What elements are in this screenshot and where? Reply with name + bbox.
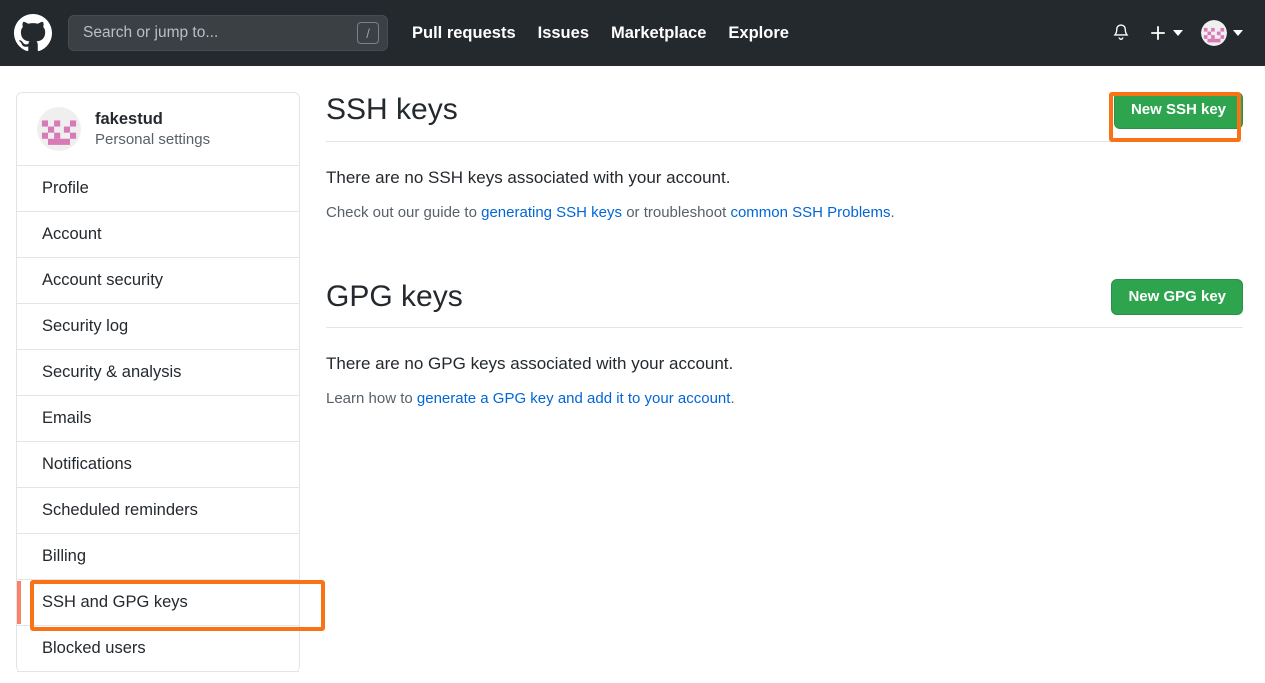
bell-icon[interactable] bbox=[1111, 22, 1131, 44]
sidebar-item-security-log[interactable]: Security log bbox=[17, 304, 299, 350]
sidebar-item-ssh-and-gpg-keys[interactable]: SSH and GPG keys bbox=[17, 580, 299, 626]
sidebar-item-security-and-analysis[interactable]: Security & analysis bbox=[17, 350, 299, 396]
user-avatar-identicon bbox=[1201, 20, 1227, 46]
generating-ssh-keys-link[interactable]: generating SSH keys bbox=[481, 204, 622, 221]
plus-icon bbox=[1151, 26, 1165, 40]
search-placeholder: Search or jump to... bbox=[83, 24, 219, 41]
settings-sidebar: fakestud Personal settings Profile Accou… bbox=[16, 92, 300, 672]
gpg-help-suffix: . bbox=[730, 390, 735, 407]
header-right-actions bbox=[1111, 20, 1249, 46]
nav-item-issues[interactable]: Issues bbox=[538, 24, 589, 43]
gpg-keys-empty-message: There are no GPG keys associated with yo… bbox=[326, 354, 734, 373]
primary-nav: Pull requests Issues Marketplace Explore bbox=[412, 24, 789, 43]
search-input[interactable]: Search or jump to... / bbox=[68, 15, 388, 51]
profile-username: fakestud bbox=[95, 109, 163, 128]
sidebar-item-blocked-users[interactable]: Blocked users bbox=[17, 626, 299, 672]
generate-gpg-key-link[interactable]: generate a GPG key and add it to your ac… bbox=[417, 390, 731, 407]
user-menu[interactable] bbox=[1201, 20, 1243, 46]
gpg-keys-section-header: GPG keys New GPG key bbox=[326, 278, 1243, 328]
main-content: SSH keys New SSH key There are no SSH ke… bbox=[326, 92, 1249, 683]
user-avatar-identicon bbox=[37, 107, 81, 151]
nav-item-explore[interactable]: Explore bbox=[728, 24, 789, 43]
ssh-keys-title: SSH keys bbox=[326, 93, 458, 127]
chevron-down-icon bbox=[1173, 30, 1183, 36]
common-ssh-problems-link[interactable]: common SSH Problems bbox=[730, 204, 890, 221]
search-shortcut-badge: / bbox=[357, 22, 379, 44]
nav-item-pull-requests[interactable]: Pull requests bbox=[412, 24, 516, 43]
gpg-keys-help-text: Learn how to generate a GPG key and add … bbox=[326, 390, 1243, 407]
create-new-menu[interactable] bbox=[1149, 24, 1183, 42]
ssh-help-prefix: Check out our guide to bbox=[326, 203, 482, 221]
sidebar-profile-text: fakestud Personal settings bbox=[95, 109, 210, 149]
sidebar-item-account-security[interactable]: Account security bbox=[17, 258, 299, 304]
sidebar-profile[interactable]: fakestud Personal settings bbox=[17, 93, 299, 166]
page-body: fakestud Personal settings Profile Accou… bbox=[0, 66, 1265, 683]
ssh-keys-section-header: SSH keys New SSH key bbox=[326, 92, 1243, 142]
settings-sidebar-wrapper: fakestud Personal settings Profile Accou… bbox=[16, 92, 325, 683]
gpg-keys-title: GPG keys bbox=[326, 279, 463, 313]
gpg-help-prefix: Learn how to bbox=[326, 390, 417, 407]
top-header-bar: Search or jump to... / Pull requests Iss… bbox=[0, 0, 1265, 66]
sidebar-item-notifications[interactable]: Notifications bbox=[17, 442, 299, 488]
ssh-keys-help-text: Check out our guide to generating SSH ke… bbox=[326, 204, 1243, 221]
profile-subtitle: Personal settings bbox=[95, 130, 211, 148]
new-gpg-key-button[interactable]: New GPG key bbox=[1111, 278, 1243, 315]
nav-item-marketplace[interactable]: Marketplace bbox=[611, 24, 706, 43]
chevron-down-icon bbox=[1233, 30, 1243, 36]
ssh-keys-empty-message: There are no SSH keys associated with yo… bbox=[326, 167, 731, 187]
sidebar-item-account[interactable]: Account bbox=[17, 212, 299, 258]
sidebar-item-billing[interactable]: Billing bbox=[17, 534, 299, 580]
sidebar-item-emails[interactable]: Emails bbox=[17, 396, 299, 442]
sidebar-item-profile[interactable]: Profile bbox=[17, 166, 299, 212]
ssh-help-suffix: . bbox=[890, 203, 895, 221]
new-ssh-key-button[interactable]: New SSH key bbox=[1113, 92, 1243, 129]
ssh-help-middle: or troubleshoot bbox=[622, 203, 731, 221]
sidebar-item-scheduled-reminders[interactable]: Scheduled reminders bbox=[17, 488, 299, 534]
github-mark-icon[interactable] bbox=[14, 14, 52, 52]
